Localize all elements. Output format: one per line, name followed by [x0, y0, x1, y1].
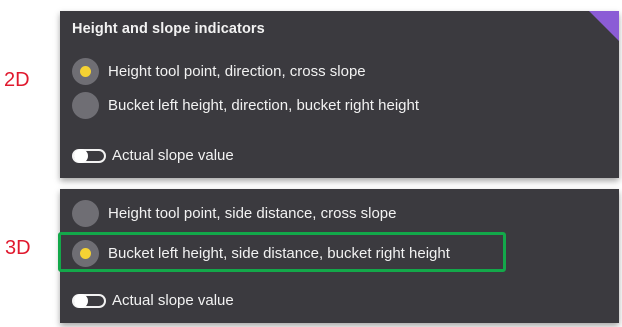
toggle-row-actual-slope: Actual slope value [72, 147, 234, 164]
radio-option-bucket-heights-direction[interactable]: Bucket left height, direction, bucket ri… [72, 92, 419, 119]
panel-title: Height and slope indicators [72, 21, 265, 37]
toggle-label: Actual slope value [112, 147, 234, 164]
label-3d: 3D [5, 237, 31, 259]
radio-option-label: Height tool point, side distance, cross … [108, 205, 397, 222]
corner-accent-icon [589, 11, 619, 41]
toggle-row-actual-slope: Actual slope value [72, 292, 234, 309]
toggle-label: Actual slope value [112, 292, 234, 309]
selection-highlight-box [58, 232, 506, 272]
radio-unselected-icon[interactable] [72, 92, 99, 119]
toggle-knob-icon [74, 293, 88, 308]
panel-2d-indicators: Height and slope indicators Height tool … [60, 11, 619, 178]
radio-option-height-tool-point-direction[interactable]: Height tool point, direction, cross slop… [72, 58, 366, 85]
radio-option-height-tool-point-side-distance[interactable]: Height tool point, side distance, cross … [72, 200, 397, 227]
actual-slope-toggle[interactable] [72, 293, 106, 308]
label-2d: 2D [4, 69, 30, 91]
radio-unselected-icon[interactable] [72, 200, 99, 227]
actual-slope-toggle[interactable] [72, 148, 106, 163]
radio-option-label: Height tool point, direction, cross slop… [108, 63, 366, 80]
radio-selected-icon[interactable] [72, 58, 99, 85]
toggle-knob-icon [74, 148, 88, 163]
radio-option-label: Bucket left height, direction, bucket ri… [108, 97, 420, 114]
